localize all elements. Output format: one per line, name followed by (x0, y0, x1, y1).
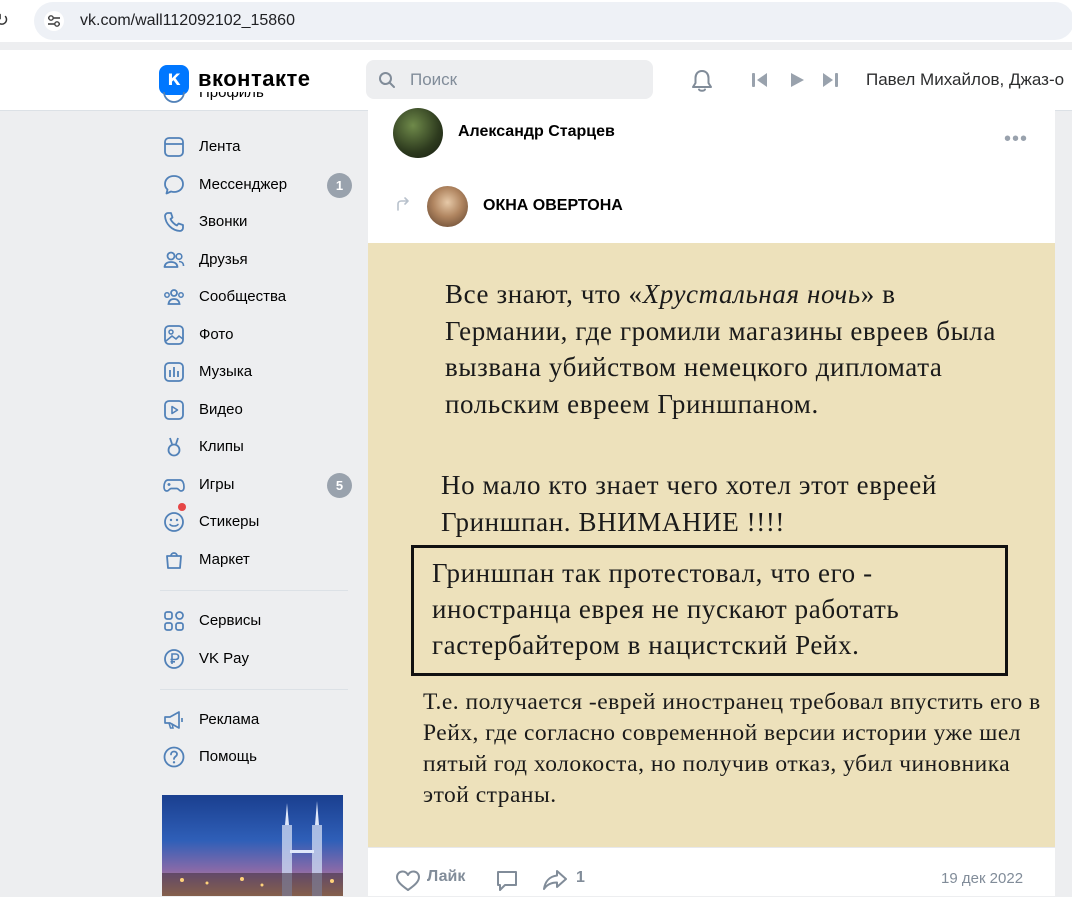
sidebar-item-clips[interactable]: Клипы (160, 428, 355, 465)
sidebar-item-services[interactable]: Сервисы (160, 602, 355, 639)
profile-icon (163, 92, 185, 103)
sidebar-item-label: Профиль (199, 92, 264, 101)
sidebar-divider (160, 590, 348, 591)
sidebar-item-friends[interactable]: Друзья (160, 241, 355, 278)
image-text-paragraph-3: Т.е. получается -еврей иностранец требов… (423, 689, 1041, 808)
sidebar-item-label: Реклама (199, 711, 260, 728)
image-text-boxed: Гриншпан так протестовал, что его - инос… (432, 558, 900, 660)
search-icon (379, 72, 395, 88)
video-icon (164, 400, 184, 420)
sidebar-item-label: Мессенджер (199, 176, 288, 193)
post-date[interactable]: 19 дек 2022 (941, 870, 1023, 887)
games-count-badge: 5 (327, 473, 352, 498)
sidebar-item-label: Лента (199, 138, 241, 155)
games-icon (163, 479, 185, 492)
address-bar[interactable]: vk.com/wall112092102_15860 (34, 2, 1072, 40)
sidebar-item-vkpay[interactable]: VK Pay (160, 640, 355, 677)
author-avatar[interactable] (393, 108, 443, 158)
market-icon (166, 552, 182, 569)
post-author-name[interactable]: Александр Старцев (458, 123, 615, 141)
source-community-name[interactable]: ОКНА ОВЕРТОНА (483, 197, 623, 215)
more-options-icon[interactable]: ••• (1004, 128, 1028, 151)
image-text-italic: Хрустальная ночь (642, 279, 861, 309)
vkpay-icon (164, 649, 184, 669)
comment-icon[interactable] (495, 869, 519, 893)
sidebar-item-help[interactable]: Помощь (160, 738, 355, 775)
sidebar-item-label: Стикеры (199, 513, 260, 530)
sidebar-item-label: VK Pay (199, 650, 250, 667)
share-icon[interactable] (542, 868, 568, 892)
brand-name[interactable]: вконтакте (198, 66, 311, 92)
stickers-icon (164, 512, 184, 532)
share-count: 1 (576, 869, 585, 886)
sidebar-item-communities[interactable]: Сообщества (160, 278, 355, 315)
image-text-framed-box: Гриншпан так протестовал, что его - инос… (411, 545, 1008, 676)
image-text-fragment: Все знают, что « (445, 279, 643, 309)
unread-count-badge: 1 (327, 173, 352, 198)
phone-icon (164, 212, 184, 232)
sidebar-item-profile[interactable]: Профиль (160, 92, 355, 110)
help-icon (163, 746, 185, 768)
sidebar-item-games[interactable]: Игры 5 (160, 466, 355, 503)
sidebar-item-label: Друзья (199, 251, 248, 268)
like-button-label[interactable]: Лайк (427, 868, 465, 886)
sidebar-item-feed[interactable]: Лента (160, 128, 355, 165)
sidebar-item-label: Видео (199, 401, 243, 418)
url-text[interactable]: vk.com/wall112092102_15860 (80, 12, 295, 30)
new-stickers-dot (178, 503, 186, 511)
source-community-avatar[interactable] (427, 186, 468, 227)
repost-arrow-icon (397, 197, 409, 211)
post-actions-bar: Лайк 1 19 дек 2022 (368, 847, 1055, 897)
photo-icon (164, 325, 184, 345)
search-input[interactable] (410, 60, 640, 99)
sidebar-item-video[interactable]: Видео (160, 391, 355, 428)
sidebar-item-stickers[interactable]: Стикеры (160, 503, 355, 540)
friends-icon (163, 251, 185, 268)
sidebar-item-photos[interactable]: Фото (160, 316, 355, 353)
previous-track-icon[interactable] (751, 72, 769, 88)
sidebar-item-label: Клипы (199, 438, 244, 455)
sidebar-item-ads[interactable]: Реклама (160, 701, 355, 738)
sidebar-item-label: Маркет (199, 551, 250, 568)
sidebar-item-messenger[interactable]: Мессенджер 1 (160, 166, 355, 203)
sidebar-item-music[interactable]: Музыка (160, 353, 355, 390)
ads-megaphone-icon (164, 711, 183, 729)
sidebar-ad-banner[interactable] (162, 795, 343, 896)
sidebar-divider (160, 689, 348, 690)
services-icon (164, 611, 184, 631)
notifications-bell-icon[interactable] (689, 68, 715, 94)
site-info-icon[interactable] (44, 11, 64, 31)
image-text-paragraph-1: Все знают, что «Хрустальная ночь» в Герм… (445, 276, 1005, 422)
sidebar-item-label: Фото (199, 326, 234, 343)
next-track-icon[interactable] (821, 72, 839, 88)
post-image[interactable]: Все знают, что «Хрустальная ночь» в Герм… (368, 243, 1055, 847)
heart-icon[interactable] (395, 869, 421, 893)
reload-icon[interactable]: ↻ (0, 10, 9, 31)
sidebar-item-market[interactable]: Маркет (160, 541, 355, 578)
sidebar-item-label: Звонки (199, 213, 248, 230)
play-icon[interactable] (789, 72, 805, 88)
wall-post: Александр Старцев ••• ОКНА ОВЕРТОНА Все … (368, 108, 1055, 897)
player-track-title[interactable]: Павел Михайлов, Джаз-о (866, 70, 1072, 90)
communities-icon (164, 289, 184, 305)
sidebar-item-label: Помощь (199, 748, 257, 765)
vk-logo-icon[interactable]: К (159, 65, 189, 95)
city-skyline-image (162, 801, 343, 896)
sidebar-item-label: Музыка (199, 363, 253, 380)
image-text-paragraph-2: Но мало кто знает чего хотел этот евреей… (441, 470, 937, 537)
clips-icon (167, 437, 181, 457)
messenger-icon (164, 175, 184, 195)
sidebar-item-label: Сервисы (199, 612, 262, 629)
feed-icon (164, 137, 184, 157)
browser-toolbar: ↻ vk.com/wall112092102_15860 (0, 0, 1072, 42)
music-icon (164, 362, 184, 382)
search-box[interactable] (366, 60, 653, 99)
sidebar-item-calls[interactable]: Звонки (160, 203, 355, 240)
sidebar-item-label: Игры (199, 476, 235, 493)
sidebar-item-label: Сообщества (199, 288, 287, 305)
